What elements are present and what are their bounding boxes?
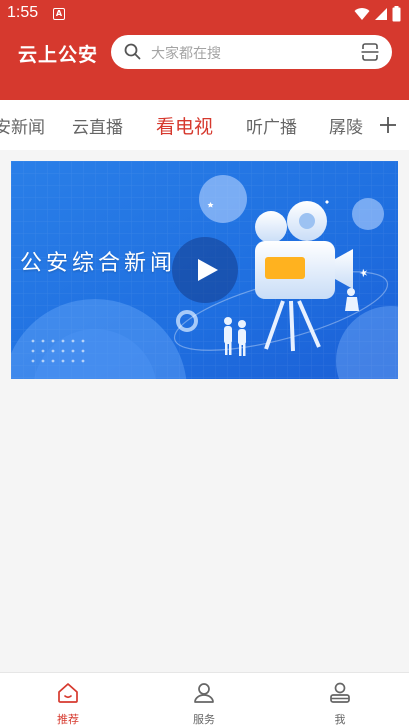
wifi-icon <box>354 8 370 20</box>
tab-service[interactable]: 服务 <box>164 673 244 728</box>
status-icons <box>354 6 401 22</box>
home-icon <box>58 683 78 703</box>
add-channel-button[interactable] <box>367 100 409 150</box>
video-card[interactable]: 公安综合新闻 <box>11 161 398 379</box>
tab-listen-radio[interactable]: 听广播 <box>246 113 297 138</box>
tab-watch-tv[interactable]: 看电视 <box>156 112 213 139</box>
tab-public-security-news[interactable]: 安新闻 <box>0 113 45 138</box>
tab-chanling[interactable]: 孱陵 <box>329 113 363 138</box>
battery-icon <box>392 6 401 22</box>
tab-recommend[interactable]: 推荐 <box>28 673 108 728</box>
tab-service-label: 服务 <box>193 713 215 726</box>
tab-recommend-label: 推荐 <box>57 713 79 726</box>
search-input[interactable]: 大家都在搜 <box>111 35 392 69</box>
bottom-tabbar: 推荐 服务 我 <box>0 672 409 728</box>
tab-me[interactable]: 我 <box>300 673 380 728</box>
notification-badge-icon: A <box>53 8 65 20</box>
video-title: 公安综合新闻 <box>20 251 177 276</box>
status-time: 1:55 <box>7 4 39 21</box>
scan-icon[interactable] <box>361 42 379 62</box>
status-bar: 1:55 A <box>0 0 409 28</box>
tab-me-label: 我 <box>334 713 346 726</box>
signal-icon <box>375 8 387 20</box>
search-placeholder: 大家都在搜 <box>151 46 221 62</box>
play-icon <box>198 259 218 281</box>
search-icon <box>124 43 141 60</box>
person-icon <box>194 683 214 703</box>
plus-icon <box>380 117 396 133</box>
tab-cloud-live[interactable]: 云直播 <box>72 113 123 138</box>
content-area: 公安综合新闻 <box>0 150 409 672</box>
profile-icon <box>330 682 350 703</box>
play-button[interactable] <box>172 237 238 303</box>
app-title: 云上公安 <box>18 44 99 66</box>
app-header: 云上公安 大家都在搜 <box>0 28 409 100</box>
channel-tabs: 安新闻 云直播 看电视 听广播 孱陵 <box>0 100 409 150</box>
